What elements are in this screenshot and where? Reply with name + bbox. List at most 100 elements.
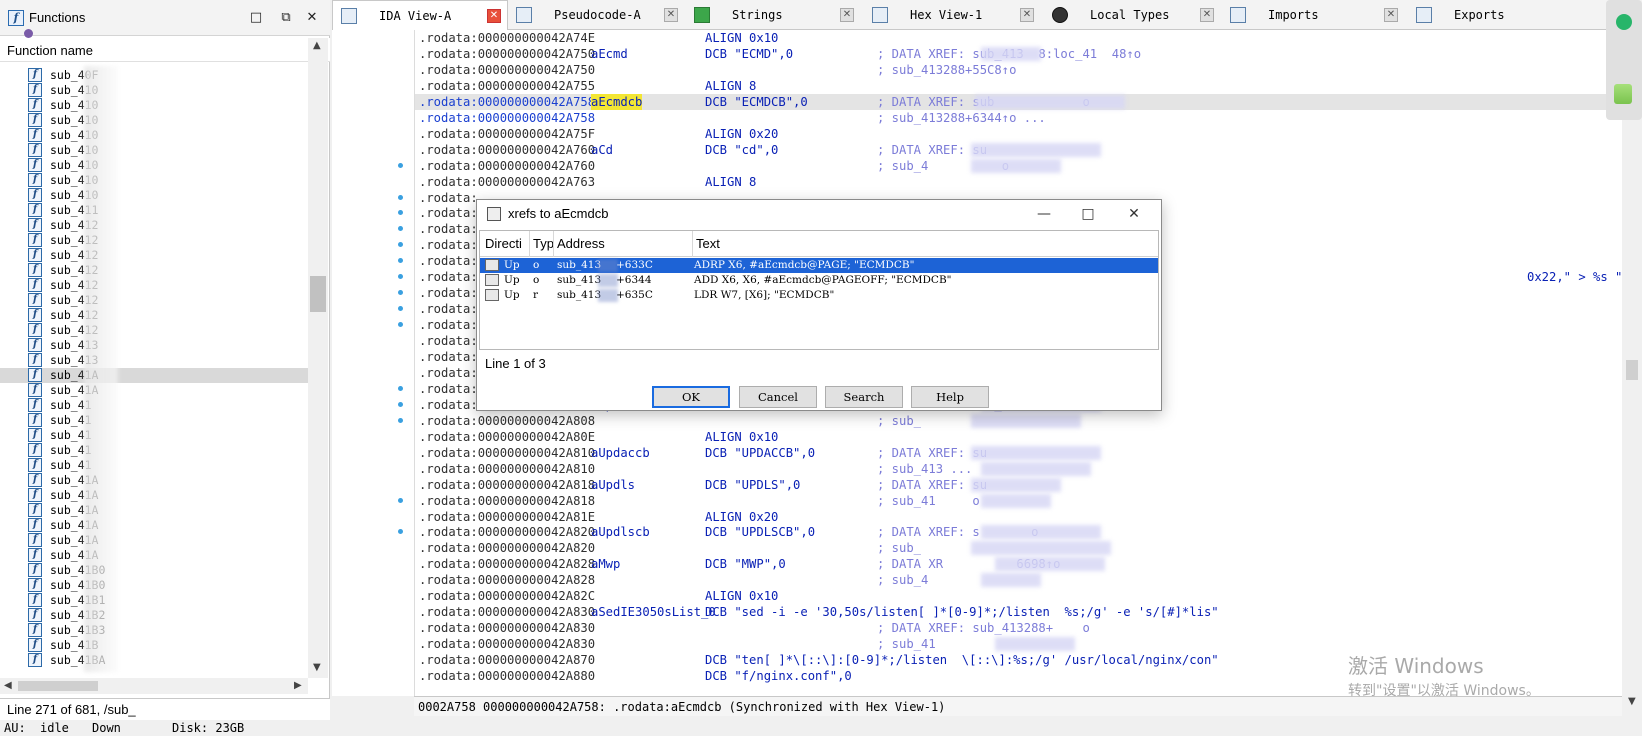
xrefs-table[interactable]: Directi Typ Address Text Up o sub_413 +633C… [479, 230, 1159, 350]
close-tab-icon[interactable]: ✕ [664, 8, 678, 22]
tab-local-types[interactable]: Local Types ✕ [1044, 0, 1222, 30]
close-tab-icon[interactable]: ✕ [840, 8, 854, 22]
navigation-overview[interactable] [1606, 0, 1642, 120]
close-tab-icon[interactable]: ✕ [1020, 8, 1034, 22]
function-list-item[interactable]: f sub_41 [0, 428, 308, 443]
function-list-item[interactable]: f sub_412 [0, 248, 308, 263]
column-type[interactable]: Typ [533, 236, 553, 251]
function-list-item[interactable]: f sub_410 [0, 188, 308, 203]
function-list-item[interactable]: f sub_41B1 [0, 593, 308, 608]
scroll-thumb[interactable] [310, 276, 326, 312]
disassembly-line[interactable]: .rodata:000000000042A82C ALIGN 0x10 [415, 588, 1622, 604]
tab-pseudocode[interactable]: Pseudocode-A ✕ [508, 0, 686, 30]
scroll-down-icon[interactable]: ▼ [313, 662, 321, 673]
function-list-item[interactable]: f sub_412 [0, 293, 308, 308]
disassembly-line[interactable]: .rodata:000000000042A763 ALIGN 8 [415, 174, 1622, 190]
function-list-item[interactable]: f sub_41B0 [0, 563, 308, 578]
scroll-down-icon[interactable]: ▼ [1628, 696, 1636, 707]
disassembly-line[interactable]: .rodata:000000000042A750 ; sub_413288+55C… [415, 62, 1622, 78]
close-tab-icon[interactable]: ✕ [1384, 8, 1398, 22]
function-list-item[interactable]: f sub_40F [0, 68, 308, 83]
function-list-item[interactable]: f sub_412 [0, 233, 308, 248]
column-direction[interactable]: Directi [485, 236, 529, 251]
function-list-item[interactable]: f sub_410 [0, 83, 308, 98]
function-list-item[interactable]: f sub_41A [0, 383, 308, 398]
disassembly-line[interactable]: .rodata:000000000042A74E ALIGN 0x10 [415, 30, 1622, 46]
function-list-item[interactable]: f sub_413 [0, 353, 308, 368]
close-icon[interactable]: ✕ [304, 10, 320, 26]
function-list-item[interactable]: f sub_412 [0, 308, 308, 323]
function-list-item[interactable]: f sub_412 [0, 218, 308, 233]
restore-icon[interactable]: ⧉ [278, 10, 294, 26]
listing-vertical-scrollbar[interactable]: ▼ [1622, 30, 1642, 720]
function-list-item[interactable]: f sub_412 [0, 263, 308, 278]
functions-panel: f Functions □ ⧉ ✕ Function name f sub_40F… [0, 0, 330, 725]
function-list-item[interactable]: f sub_410 [0, 98, 308, 113]
tab-exports[interactable]: Exports [1408, 0, 1598, 30]
disassembly-line[interactable]: .rodata:000000000042A830 aSedIE3050sList_… [415, 604, 1622, 620]
xref-row[interactable]: Up r sub_413 +635C LDR W7, [X6]; "ECMDCB" [480, 288, 1158, 303]
function-list-item[interactable]: f sub_41A [0, 533, 308, 548]
function-list-item[interactable]: f sub_41B [0, 638, 308, 653]
tab-hex-view[interactable]: Hex View-1 ✕ [864, 0, 1044, 30]
scroll-thumb[interactable] [18, 681, 98, 691]
disassembly-line[interactable]: .rodata:000000000042A758 ; sub_413288+634… [415, 110, 1622, 126]
column-address[interactable]: Address [557, 236, 605, 251]
cancel-button[interactable]: Cancel [739, 386, 817, 408]
function-list-item[interactable]: f sub_41A [0, 548, 308, 563]
tab-imports[interactable]: Imports ✕ [1222, 0, 1408, 30]
disassembly-line[interactable]: .rodata:000000000042A830 ; DATA XREF: sub… [415, 620, 1622, 636]
function-list-item[interactable]: f sub_412 [0, 323, 308, 338]
function-list-item[interactable]: f sub_412 [0, 278, 308, 293]
function-list-item[interactable]: f sub_41 [0, 398, 308, 413]
disassembly-line[interactable]: .rodata:000000000042A81E ALIGN 0x20 [415, 509, 1622, 525]
function-icon: f [28, 653, 42, 667]
function-name-column-header[interactable]: Function name [0, 38, 330, 62]
xref-arrow-dot [398, 242, 403, 248]
function-list-item[interactable]: f sub_41A [0, 488, 308, 503]
xref-row[interactable]: Up o sub_413 +633C ADRP X6, #aEcmdcb@PAGE; "… [480, 258, 1158, 273]
function-list-item[interactable]: f sub_41BA [0, 653, 308, 668]
function-list-item[interactable]: f sub_41A [0, 518, 308, 533]
function-list-item[interactable]: f sub_410 [0, 143, 308, 158]
function-list-item[interactable]: f sub_41A [0, 503, 308, 518]
tab-strings[interactable]: Strings ✕ [686, 0, 864, 30]
function-list-item[interactable]: f sub_41A [0, 473, 308, 488]
function-list-item[interactable]: f sub_41B2 [0, 608, 308, 623]
function-list-item[interactable]: f sub_410 [0, 128, 308, 143]
function-list-item[interactable]: f sub_41 [0, 458, 308, 473]
scroll-left-icon[interactable]: ◀ [4, 680, 12, 691]
tab-ida-view[interactable]: IDA View-A ✕ [332, 0, 508, 31]
functions-horizontal-scrollbar[interactable]: ◀ ▶ [0, 678, 308, 694]
maximize-icon[interactable]: □ [248, 10, 264, 26]
function-list-item[interactable]: f sub_410 [0, 173, 308, 188]
disassembly-line[interactable]: .rodata:000000000042A75F ALIGN 0x20 [415, 126, 1622, 142]
function-list-item[interactable]: f sub_413 [0, 338, 308, 353]
function-list-item[interactable]: f sub_41 [0, 443, 308, 458]
function-list[interactable]: f sub_40F f sub_410 f sub_410 f sub_410 f sub_410… [0, 62, 308, 678]
maximize-icon[interactable]: □ [1077, 204, 1099, 224]
functions-vertical-scrollbar[interactable]: ▲ ▼ [308, 38, 328, 678]
xref-icon [487, 207, 501, 221]
ok-button[interactable]: OK [652, 386, 730, 408]
function-list-item[interactable]: f sub_411 [0, 203, 308, 218]
minimize-icon[interactable]: — [1033, 204, 1055, 224]
function-list-item[interactable]: f sub_41B0 [0, 578, 308, 593]
column-text[interactable]: Text [696, 236, 720, 251]
search-button[interactable]: Search [825, 386, 903, 408]
disassembly-line[interactable]: .rodata:000000000042A755 ALIGN 8 [415, 78, 1622, 94]
scroll-right-icon[interactable]: ▶ [294, 680, 302, 691]
disassembly-line[interactable]: .rodata:000000000042A80E ALIGN 0x10 [415, 429, 1622, 445]
function-list-item[interactable]: f sub_41A [0, 368, 308, 383]
scroll-thumb[interactable] [1626, 360, 1638, 380]
function-list-item[interactable]: f sub_410 [0, 113, 308, 128]
xref-row[interactable]: Up o sub_413 +6344 ADD X6, X6, #aEcmdcb@PAGE… [480, 273, 1158, 288]
function-list-item[interactable]: f sub_41 [0, 413, 308, 428]
scroll-up-icon[interactable]: ▲ [313, 40, 321, 51]
help-button[interactable]: Help [911, 386, 989, 408]
function-list-item[interactable]: f sub_410 [0, 158, 308, 173]
function-list-item[interactable]: f sub_41B3 [0, 623, 308, 638]
close-tab-icon[interactable]: ✕ [487, 9, 501, 23]
close-tab-icon[interactable]: ✕ [1200, 8, 1214, 22]
close-icon[interactable]: ✕ [1123, 204, 1145, 224]
